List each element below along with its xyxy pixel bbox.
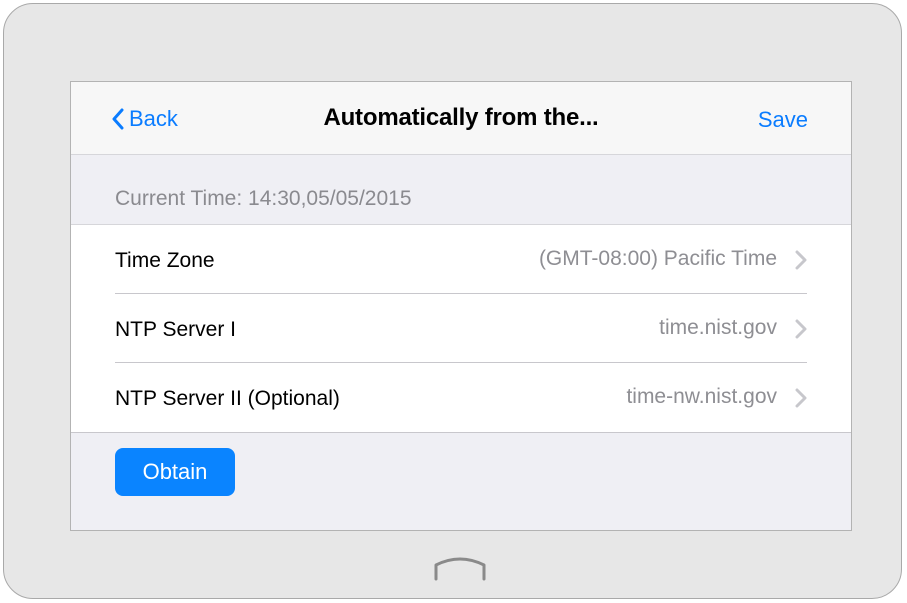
- current-time-text: Current Time: 14:30,05/05/2015: [115, 187, 412, 210]
- page-title: Automatically from the...: [323, 104, 599, 131]
- ntp-server-1-label: NTP Server I: [115, 318, 236, 341]
- save-button[interactable]: Save: [758, 107, 808, 133]
- current-time-section: Current Time: 14:30,05/05/2015: [71, 155, 851, 225]
- settings-list: Time Zone (GMT-08:00) Pacific Time NTP S…: [71, 225, 851, 433]
- home-button-icon[interactable]: [432, 555, 488, 581]
- ntp-server-2-label: NTP Server II (Optional): [115, 387, 340, 410]
- time-zone-label: Time Zone: [115, 249, 215, 272]
- chevron-right-icon: [795, 250, 807, 270]
- ntp-server-2-value: time-nw.nist.gov: [626, 385, 777, 408]
- chevron-right-icon: [795, 319, 807, 339]
- ntp-server-1-row[interactable]: NTP Server I time.nist.gov: [71, 294, 851, 363]
- ntp-server-2-row[interactable]: NTP Server II (Optional) time-nw.nist.go…: [71, 363, 851, 432]
- navigation-bar: Back Automatically from the... Save: [71, 82, 851, 155]
- obtain-button[interactable]: Obtain: [115, 448, 235, 496]
- ntp-server-1-value: time.nist.gov: [659, 316, 777, 339]
- chevron-right-icon: [795, 388, 807, 408]
- screen: Back Automatically from the... Save Curr…: [70, 81, 852, 531]
- time-zone-row[interactable]: Time Zone (GMT-08:00) Pacific Time: [71, 225, 851, 294]
- time-zone-value: (GMT-08:00) Pacific Time: [538, 247, 777, 270]
